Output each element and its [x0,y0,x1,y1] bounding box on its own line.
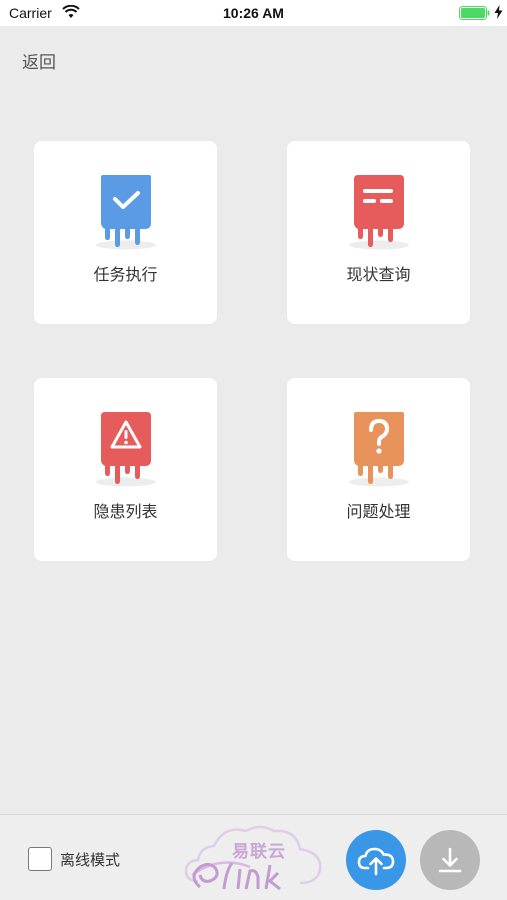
menu-card-label: 问题处理 [346,502,411,521]
warning-icon [96,412,156,487]
clock: 10:26 AM [223,5,284,21]
download-icon [438,847,462,873]
offline-mode-label[interactable]: 离线模式 [60,849,120,870]
menu-card-label: 任务执行 [93,265,158,284]
battery-icon [459,6,490,20]
offline-mode-checkbox[interactable] [28,847,52,871]
check-icon [96,175,156,250]
logo-text: 易联云 [232,842,286,862]
upload-button[interactable] [346,830,406,890]
menu-card-hazard-list[interactable]: 隐患列表 [34,378,217,561]
bottom-toolbar: 离线模式 易联云 [0,814,507,900]
menu-card-issue-handling[interactable]: 问题处理 [287,378,470,561]
question-icon [349,412,409,487]
back-button[interactable]: 返回 [22,48,56,73]
menu-card-task-execution[interactable]: 任务执行 [34,141,217,324]
menu-card-label: 现状查询 [346,265,411,284]
document-icon [349,175,409,250]
download-button[interactable] [420,830,480,890]
cloud-upload-icon [357,847,395,876]
charging-bolt-icon [494,5,503,19]
menu-card-label: 隐患列表 [93,502,158,521]
status-bar: Carrier 10:26 AM [0,0,507,26]
menu-card-status-query[interactable]: 现状查询 [287,141,470,324]
